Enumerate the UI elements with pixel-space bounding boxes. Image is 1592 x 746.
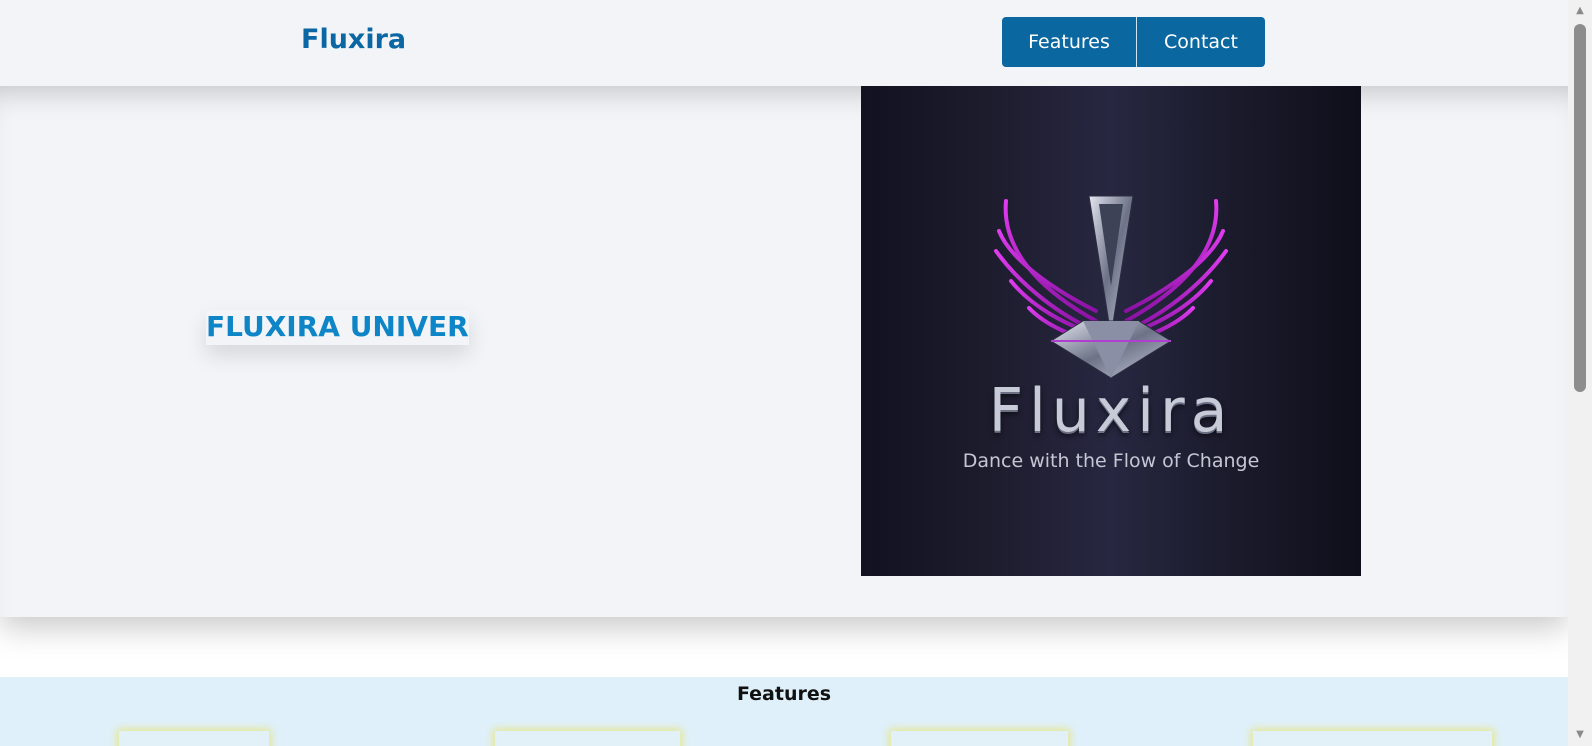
- wings-arrow-emblem-icon: [994, 195, 1228, 379]
- site-header: Fluxira Features Contact: [0, 0, 1568, 86]
- scroll-up-icon[interactable]: ▲: [1568, 2, 1592, 20]
- feature-card: [495, 731, 680, 746]
- scroll-down-icon[interactable]: ▼: [1568, 726, 1592, 744]
- features-heading: Features: [736, 683, 832, 705]
- nav-features-button[interactable]: Features: [1002, 17, 1137, 67]
- features-section: Features: [0, 677, 1568, 746]
- feature-card: [891, 731, 1068, 746]
- feature-card: [1253, 731, 1492, 746]
- nav-contact-button[interactable]: Contact: [1137, 17, 1265, 67]
- hero-title: FLUXIRA UNIVER: [206, 310, 469, 343]
- main-nav: Features Contact: [1002, 17, 1265, 67]
- brand-logo-text[interactable]: Fluxira: [301, 24, 406, 55]
- feature-card: [119, 731, 269, 746]
- hero-logo-image: Fluxira Dance with the Flow of Change: [861, 86, 1361, 576]
- scroll-thumb[interactable]: [1574, 24, 1586, 392]
- logo-wordmark: Fluxira: [988, 376, 1234, 446]
- page-scrollbar[interactable]: ▲ ▼: [1568, 0, 1592, 746]
- hero-section: FLUXIRA UNIVER Fluxira Dance with the Fl…: [0, 86, 1568, 617]
- logo-tagline: Dance with the Flow of Change: [962, 450, 1260, 472]
